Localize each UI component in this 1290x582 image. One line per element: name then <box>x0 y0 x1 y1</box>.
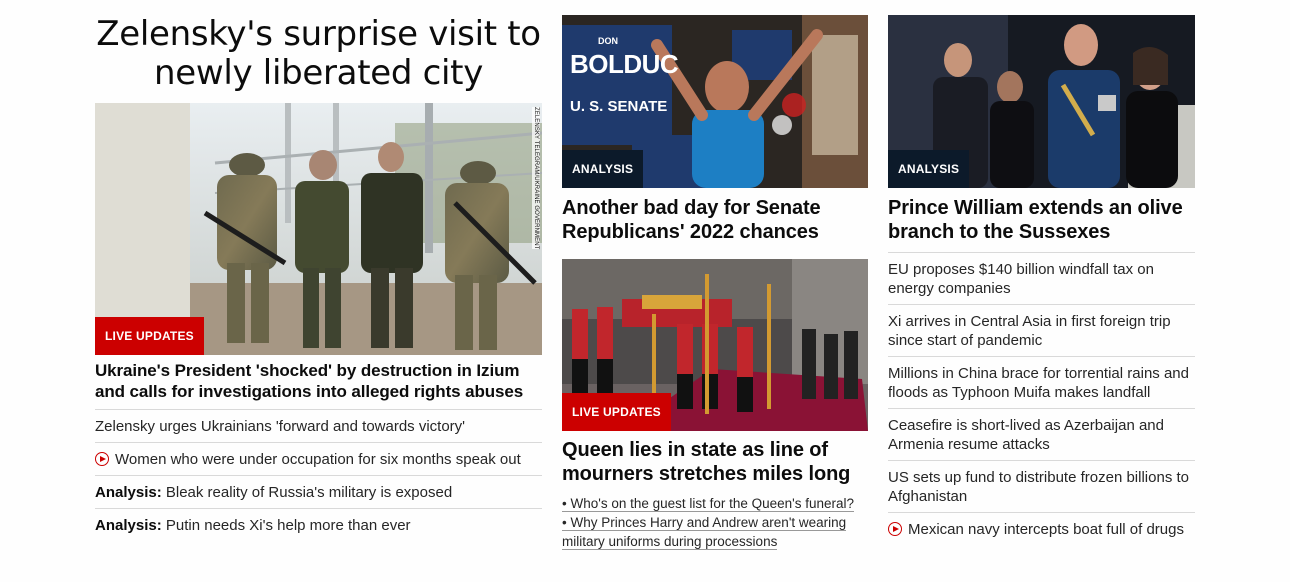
middle-column: DON BOLDUC U. S. SENATE ANALYSIS Another… <box>562 0 868 551</box>
image-credit: ZELENSKY TELEGRAM/UKRAINE GOVERNMENT <box>532 107 540 250</box>
sign-text-top: DON <box>598 36 618 46</box>
news-links: EU proposes $140 billion windfall tax on… <box>888 252 1195 545</box>
link-text[interactable]: Mexican navy intercepts boat full of dru… <box>908 521 1184 538</box>
play-icon <box>888 522 902 536</box>
link-text[interactable]: EU proposes $140 billion windfall tax on… <box>888 261 1154 297</box>
link-text[interactable]: • Why Princes Harry and Andrew aren't we… <box>562 515 847 550</box>
list-item[interactable]: Analysis: Putin needs Xi's help more tha… <box>95 508 542 541</box>
list-item[interactable]: • Who's on the guest list for the Queen'… <box>562 494 868 513</box>
link-text[interactable]: Zelensky urges Ukrainians 'forward and t… <box>95 418 465 435</box>
queen-lying-in-state-photo[interactable]: LIVE UPDATES <box>562 259 868 431</box>
play-icon <box>95 452 109 466</box>
list-item[interactable]: Ceasefire is short-lived as Azerbaijan a… <box>888 408 1195 460</box>
list-item[interactable]: Millions in China brace for torrential r… <box>888 356 1195 408</box>
list-item[interactable]: EU proposes $140 billion windfall tax on… <box>888 252 1195 304</box>
hero-title[interactable]: Zelensky's surprise visit to newly liber… <box>95 15 542 103</box>
analysis-badge: ANALYSIS <box>562 150 644 188</box>
analysis-label: Analysis: <box>95 517 162 534</box>
list-item[interactable]: Zelensky urges Ukrainians 'forward and t… <box>95 409 542 442</box>
bolduc-photo[interactable]: DON BOLDUC U. S. SENATE ANALYSIS <box>562 15 868 188</box>
lead-headline[interactable]: Ukraine's President 'shocked' by destruc… <box>95 360 542 402</box>
prince-william-headline[interactable]: Prince William extends an olive branch t… <box>888 196 1195 244</box>
list-item[interactable]: Analysis: Bleak reality of Russia's mili… <box>95 475 542 508</box>
right-column: ANALYSIS Prince William extends an olive… <box>888 0 1195 545</box>
link-text[interactable]: Ceasefire is short-lived as Azerbaijan a… <box>888 417 1164 453</box>
link-text[interactable]: • Who's on the guest list for the Queen'… <box>562 496 855 512</box>
lead-story-column: Zelensky's surprise visit to newly liber… <box>95 0 542 541</box>
link-text[interactable]: US sets up fund to distribute frozen bil… <box>888 469 1189 505</box>
link-text[interactable]: Xi arrives in Central Asia in first fore… <box>888 313 1171 349</box>
list-item[interactable]: US sets up fund to distribute frozen bil… <box>888 460 1195 512</box>
royals-photo[interactable]: ANALYSIS <box>888 15 1195 188</box>
live-updates-badge: LIVE UPDATES <box>95 317 204 355</box>
link-text[interactable]: Women who were under occupation for six … <box>115 451 521 468</box>
sign-text-bottom: U. S. SENATE <box>570 98 668 115</box>
link-text[interactable]: Bleak reality of Russia's military is ex… <box>162 484 452 501</box>
link-text[interactable]: Putin needs Xi's help more than ever <box>162 517 411 534</box>
live-updates-badge: LIVE UPDATES <box>562 393 671 431</box>
analysis-badge: ANALYSIS <box>888 150 970 188</box>
link-text[interactable]: Millions in China brace for torrential r… <box>888 365 1189 401</box>
sign-text-name: BOLDUC <box>570 49 679 79</box>
senate-headline[interactable]: Another bad day for Senate Republicans' … <box>562 196 868 259</box>
list-item[interactable]: Xi arrives in Central Asia in first fore… <box>888 304 1195 356</box>
queen-related-links: • Who's on the guest list for the Queen'… <box>562 494 868 551</box>
related-links: Zelensky urges Ukrainians 'forward and t… <box>95 409 542 541</box>
analysis-label: Analysis: <box>95 484 162 501</box>
list-item[interactable]: • Why Princes Harry and Andrew aren't we… <box>562 513 868 551</box>
list-item[interactable]: Mexican navy intercepts boat full of dru… <box>888 512 1195 545</box>
queen-headline[interactable]: Queen lies in state as line of mourners … <box>562 438 868 486</box>
list-item[interactable]: Women who were under occupation for six … <box>95 442 542 475</box>
zelensky-photo[interactable]: ZELENSKY TELEGRAM/UKRAINE GOVERNMENT LIV… <box>95 103 542 355</box>
